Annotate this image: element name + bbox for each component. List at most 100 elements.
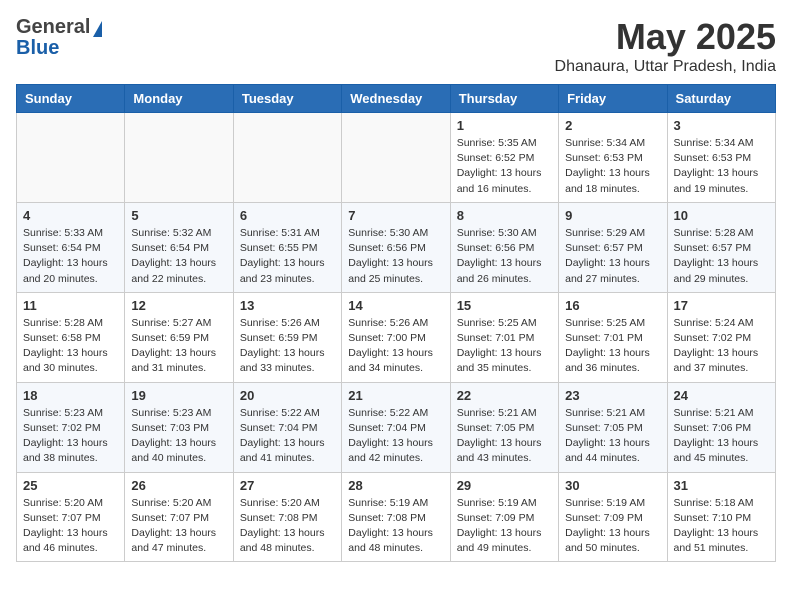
calendar-location: Dhanaura, Uttar Pradesh, India xyxy=(555,58,776,76)
table-row: 3Sunrise: 5:34 AMSunset: 6:53 PMDaylight… xyxy=(667,113,775,203)
day-number: 21 xyxy=(348,388,443,403)
day-number: 14 xyxy=(348,298,443,313)
day-info: Sunrise: 5:35 AMSunset: 6:52 PMDaylight:… xyxy=(457,136,552,197)
header-thursday: Thursday xyxy=(450,85,558,113)
calendar-week-2: 4 Sunrise: 5:33 AMSunset: 6:54 PMDaylight… xyxy=(17,202,776,292)
table-row: 29Sunrise: 5:19 AMSunset: 7:09 PMDayligh… xyxy=(450,472,558,562)
calendar-header-row: Sunday Monday Tuesday Wednesday Thursday… xyxy=(17,85,776,113)
day-info: Sunrise: 5:30 AMSunset: 6:56 PMDaylight:… xyxy=(457,226,552,287)
table-row xyxy=(17,113,125,203)
day-number: 10 xyxy=(674,208,769,223)
table-row: 26 Sunrise: 5:20 AMSunset: 7:07 PMDayligh… xyxy=(125,472,233,562)
day-info: Sunrise: 5:25 AMSunset: 7:01 PMDaylight:… xyxy=(457,316,552,377)
day-number: 5 xyxy=(131,208,226,223)
table-row: 24Sunrise: 5:21 AMSunset: 7:06 PMDayligh… xyxy=(667,382,775,472)
table-row: 21 Sunrise: 5:22 AMSunset: 7:04 PMDayligh… xyxy=(342,382,450,472)
day-number: 18 xyxy=(23,388,118,403)
day-number: 24 xyxy=(674,388,769,403)
day-number: 9 xyxy=(565,208,660,223)
day-info: Sunrise: 5:25 AMSunset: 7:01 PMDaylight:… xyxy=(565,316,660,377)
logo-blue-text: Blue xyxy=(16,37,59,60)
day-info: Sunrise: 5:20 AMSunset: 7:07 PMDaylight:… xyxy=(131,496,226,557)
day-number: 30 xyxy=(565,478,660,493)
calendar-week-1: 1Sunrise: 5:35 AMSunset: 6:52 PMDaylight… xyxy=(17,113,776,203)
day-info: Sunrise: 5:20 AMSunset: 7:08 PMDaylight:… xyxy=(240,496,335,557)
day-number: 17 xyxy=(674,298,769,313)
day-info: Sunrise: 5:23 AMSunset: 7:03 PMDaylight:… xyxy=(131,406,226,467)
day-number: 22 xyxy=(457,388,552,403)
day-info: Sunrise: 5:32 AMSunset: 6:54 PMDaylight:… xyxy=(131,226,226,287)
day-info: Sunrise: 5:19 AMSunset: 7:08 PMDaylight:… xyxy=(348,496,443,557)
day-number: 4 xyxy=(23,208,118,223)
table-row: 18 Sunrise: 5:23 AMSunset: 7:02 PMDayligh… xyxy=(17,382,125,472)
day-number: 2 xyxy=(565,118,660,133)
day-number: 27 xyxy=(240,478,335,493)
header-saturday: Saturday xyxy=(667,85,775,113)
day-number: 11 xyxy=(23,298,118,313)
table-row: 25 Sunrise: 5:20 AMSunset: 7:07 PMDayligh… xyxy=(17,472,125,562)
day-number: 26 xyxy=(131,478,226,493)
table-row: 10 Sunrise: 5:28 AMSunset: 6:57 PMDayligh… xyxy=(667,202,775,292)
table-row: 31Sunrise: 5:18 AMSunset: 7:10 PMDayligh… xyxy=(667,472,775,562)
day-number: 6 xyxy=(240,208,335,223)
table-row: 9 Sunrise: 5:29 AMSunset: 6:57 PMDaylight… xyxy=(559,202,667,292)
table-row: 16 Sunrise: 5:25 AMSunset: 7:01 PMDayligh… xyxy=(559,292,667,382)
logo: General Blue xyxy=(16,16,102,60)
day-info: Sunrise: 5:28 AMSunset: 6:58 PMDaylight:… xyxy=(23,316,118,377)
day-number: 16 xyxy=(565,298,660,313)
day-info: Sunrise: 5:31 AMSunset: 6:55 PMDaylight:… xyxy=(240,226,335,287)
logo-triangle-icon xyxy=(93,21,102,37)
table-row xyxy=(125,113,233,203)
day-number: 12 xyxy=(131,298,226,313)
day-number: 7 xyxy=(348,208,443,223)
day-number: 15 xyxy=(457,298,552,313)
header-tuesday: Tuesday xyxy=(233,85,341,113)
day-info: Sunrise: 5:20 AMSunset: 7:07 PMDaylight:… xyxy=(23,496,118,557)
day-info: Sunrise: 5:26 AMSunset: 6:59 PMDaylight:… xyxy=(240,316,335,377)
table-row: 13Sunrise: 5:26 AMSunset: 6:59 PMDayligh… xyxy=(233,292,341,382)
table-row xyxy=(233,113,341,203)
table-row: 22Sunrise: 5:21 AMSunset: 7:05 PMDayligh… xyxy=(450,382,558,472)
day-info: Sunrise: 5:28 AMSunset: 6:57 PMDaylight:… xyxy=(674,226,769,287)
day-info: Sunrise: 5:19 AMSunset: 7:09 PMDaylight:… xyxy=(565,496,660,557)
table-row: 27 Sunrise: 5:20 AMSunset: 7:08 PMDayligh… xyxy=(233,472,341,562)
day-info: Sunrise: 5:24 AMSunset: 7:02 PMDaylight:… xyxy=(674,316,769,377)
day-number: 20 xyxy=(240,388,335,403)
day-info: Sunrise: 5:26 AMSunset: 7:00 PMDaylight:… xyxy=(348,316,443,377)
day-info: Sunrise: 5:29 AMSunset: 6:57 PMDaylight:… xyxy=(565,226,660,287)
day-number: 28 xyxy=(348,478,443,493)
day-info: Sunrise: 5:22 AMSunset: 7:04 PMDaylight:… xyxy=(348,406,443,467)
title-block: May 2025 Dhanaura, Uttar Pradesh, India xyxy=(555,16,776,76)
day-info: Sunrise: 5:18 AMSunset: 7:10 PMDaylight:… xyxy=(674,496,769,557)
table-row xyxy=(342,113,450,203)
table-row: 7 Sunrise: 5:30 AMSunset: 6:56 PMDaylight… xyxy=(342,202,450,292)
day-info: Sunrise: 5:34 AMSunset: 6:53 PMDaylight:… xyxy=(565,136,660,197)
day-info: Sunrise: 5:30 AMSunset: 6:56 PMDaylight:… xyxy=(348,226,443,287)
table-row: 23Sunrise: 5:21 AMSunset: 7:05 PMDayligh… xyxy=(559,382,667,472)
day-info: Sunrise: 5:21 AMSunset: 7:05 PMDaylight:… xyxy=(565,406,660,467)
table-row: 15 Sunrise: 5:25 AMSunset: 7:01 PMDayligh… xyxy=(450,292,558,382)
day-info: Sunrise: 5:19 AMSunset: 7:09 PMDaylight:… xyxy=(457,496,552,557)
header-wednesday: Wednesday xyxy=(342,85,450,113)
table-row: 17 Sunrise: 5:24 AMSunset: 7:02 PMDayligh… xyxy=(667,292,775,382)
header-friday: Friday xyxy=(559,85,667,113)
table-row: 5 Sunrise: 5:32 AMSunset: 6:54 PMDaylight… xyxy=(125,202,233,292)
table-row: 12Sunrise: 5:27 AMSunset: 6:59 PMDayligh… xyxy=(125,292,233,382)
calendar-table: Sunday Monday Tuesday Wednesday Thursday… xyxy=(16,84,776,562)
table-row: 2 Sunrise: 5:34 AMSunset: 6:53 PMDaylight… xyxy=(559,113,667,203)
table-row: 14 Sunrise: 5:26 AMSunset: 7:00 PMDayligh… xyxy=(342,292,450,382)
table-row: 4 Sunrise: 5:33 AMSunset: 6:54 PMDaylight… xyxy=(17,202,125,292)
table-row: 20 Sunrise: 5:22 AMSunset: 7:04 PMDayligh… xyxy=(233,382,341,472)
day-info: Sunrise: 5:33 AMSunset: 6:54 PMDaylight:… xyxy=(23,226,118,287)
day-info: Sunrise: 5:22 AMSunset: 7:04 PMDaylight:… xyxy=(240,406,335,467)
day-number: 8 xyxy=(457,208,552,223)
day-info: Sunrise: 5:23 AMSunset: 7:02 PMDaylight:… xyxy=(23,406,118,467)
table-row: 28 Sunrise: 5:19 AMSunset: 7:08 PMDayligh… xyxy=(342,472,450,562)
table-row: 6 Sunrise: 5:31 AMSunset: 6:55 PMDaylight… xyxy=(233,202,341,292)
calendar-week-5: 25 Sunrise: 5:20 AMSunset: 7:07 PMDayligh… xyxy=(17,472,776,562)
calendar-week-3: 11 Sunrise: 5:28 AMSunset: 6:58 PMDayligh… xyxy=(17,292,776,382)
day-number: 25 xyxy=(23,478,118,493)
logo-general-text: General xyxy=(16,16,90,39)
page-header: General Blue May 2025 Dhanaura, Uttar Pr… xyxy=(16,16,776,76)
day-number: 3 xyxy=(674,118,769,133)
